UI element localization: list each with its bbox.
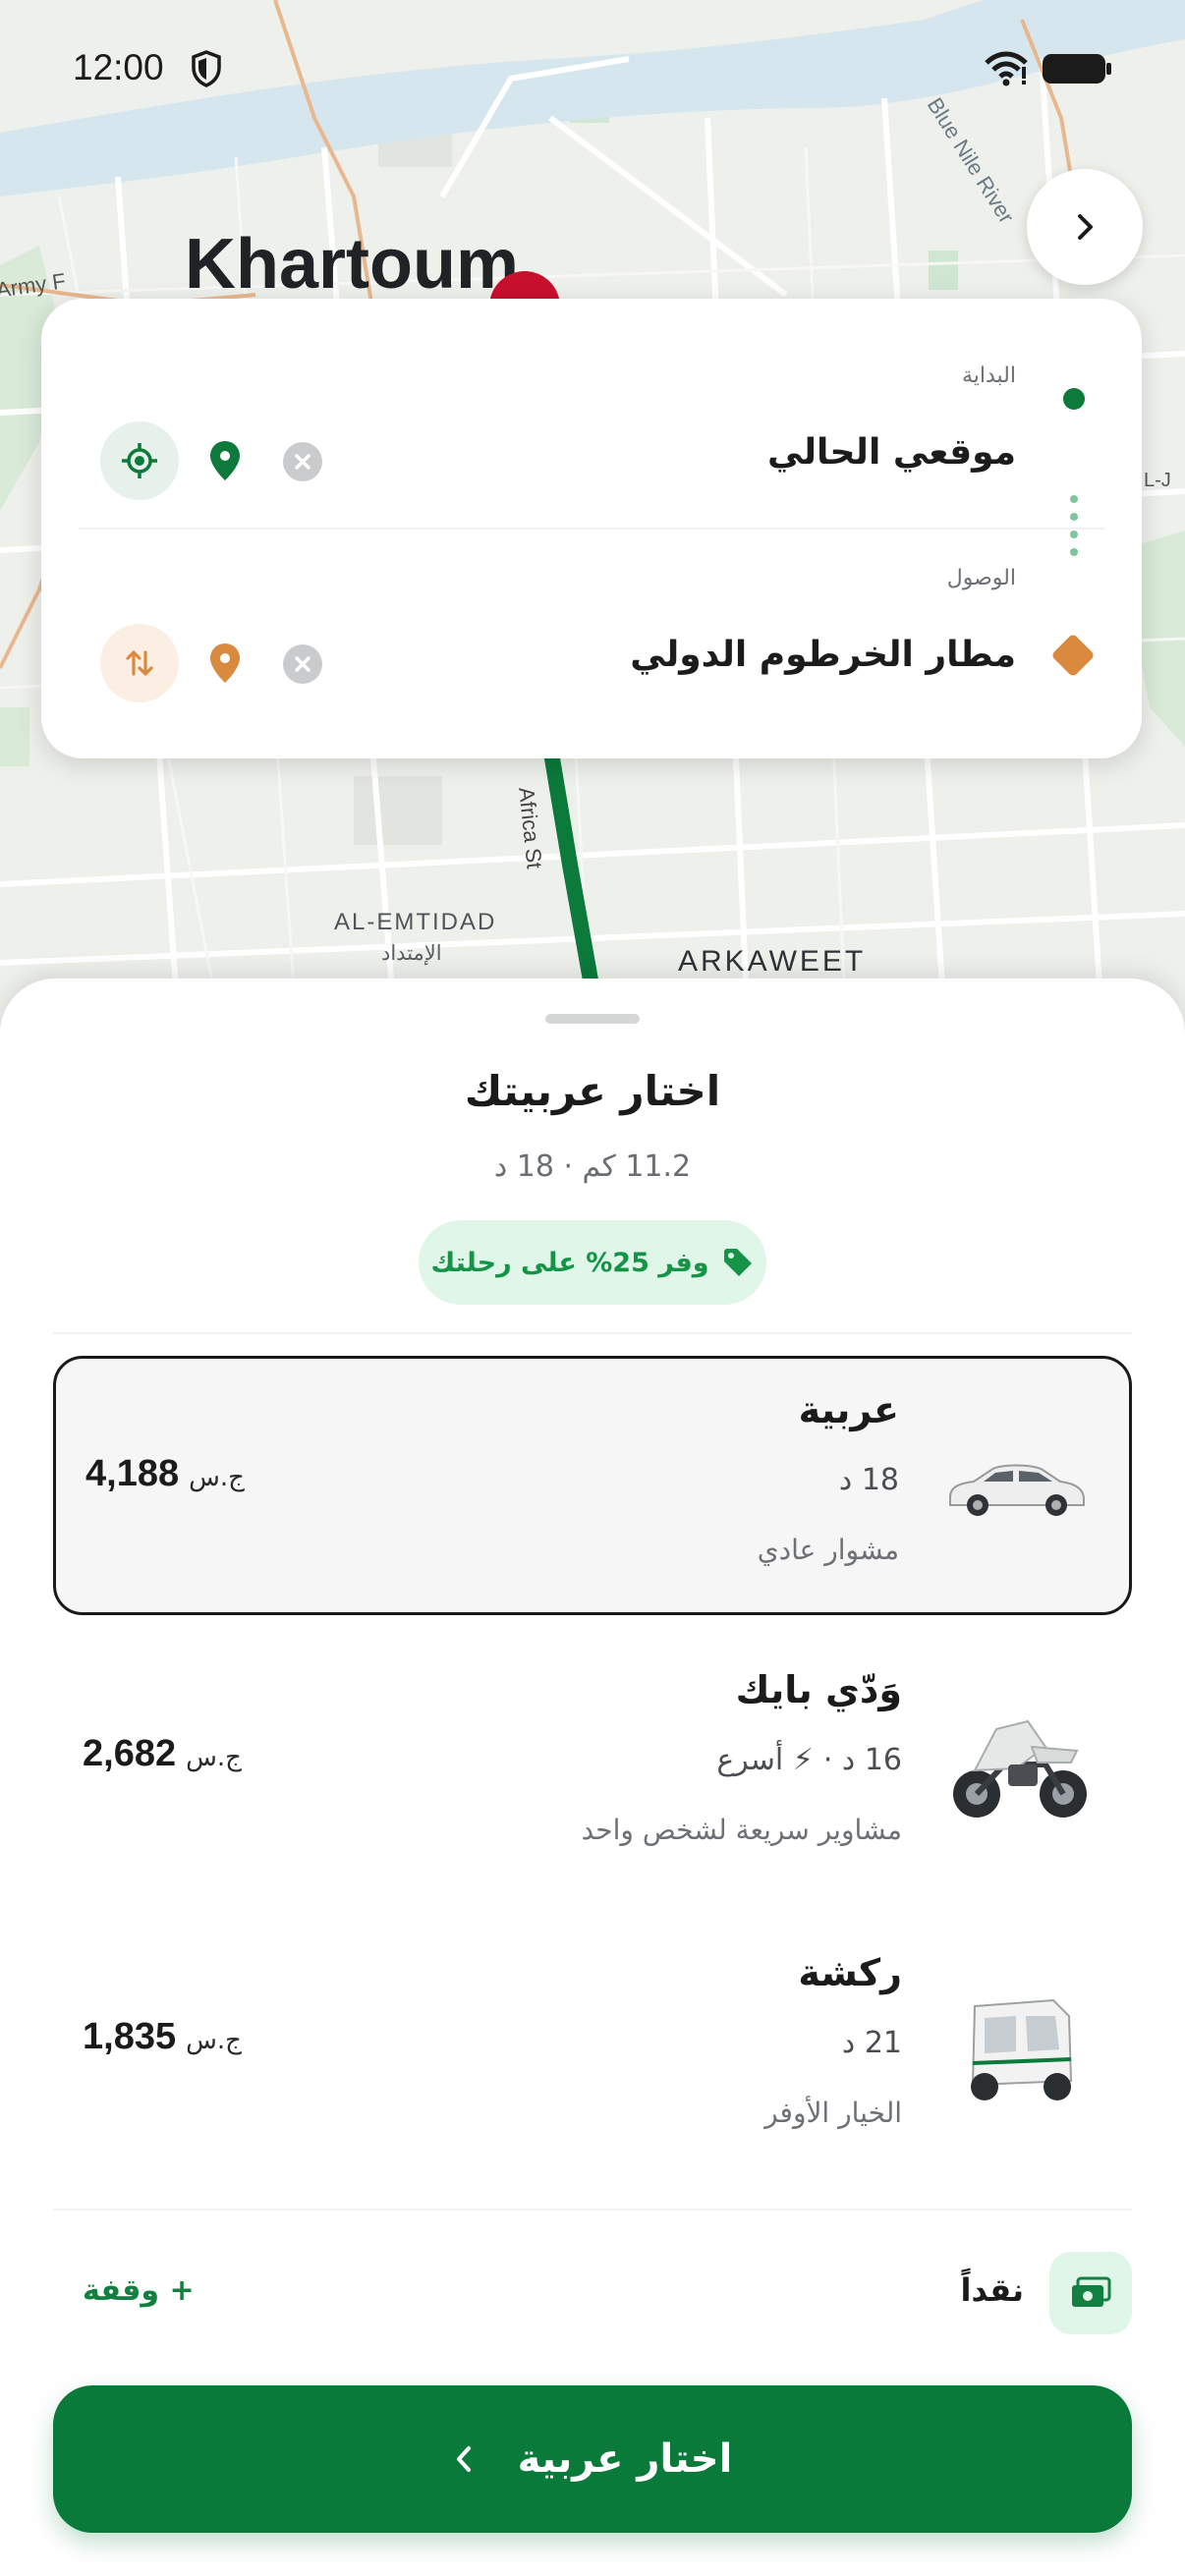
swap-arrows-icon bbox=[126, 650, 153, 676]
price-amount: 4,188 bbox=[85, 1453, 180, 1494]
sheet-divider bbox=[53, 1332, 1132, 1334]
cash-icon bbox=[1072, 2276, 1111, 2307]
car-icon bbox=[944, 1418, 1088, 1555]
chevron-left-icon bbox=[456, 2446, 471, 2472]
clear-start-button[interactable] bbox=[283, 442, 322, 481]
route-divider bbox=[79, 528, 1104, 530]
destination-diamond-icon bbox=[1050, 633, 1096, 678]
price-amount: 1,835 bbox=[83, 2016, 177, 2057]
choose-vehicle-button[interactable]: اختار عربية bbox=[53, 2385, 1132, 2533]
wifi-icon bbox=[985, 51, 1028, 86]
map-city-label: Khartoum bbox=[185, 225, 519, 304]
chevron-right-icon bbox=[1078, 214, 1093, 240]
vehicle-price: 1,835 ج.س bbox=[83, 2016, 242, 2058]
destination-label: الوصول bbox=[946, 566, 1016, 590]
price-currency: ج.س bbox=[189, 1463, 245, 1492]
vehicle-description: مشاوير سريعة لشخص واحد bbox=[581, 1814, 902, 1846]
vehicle-name: عربية bbox=[798, 1388, 899, 1431]
eta-text: 18 د bbox=[838, 1463, 899, 1497]
status-time: 12:00 bbox=[73, 47, 164, 87]
payment-method-button[interactable] bbox=[1049, 2252, 1132, 2334]
vehicle-price: 2,682 ج.س bbox=[83, 1733, 242, 1775]
price-currency: ج.س bbox=[186, 1743, 242, 1772]
add-stop-button[interactable]: + وقفة bbox=[83, 2273, 195, 2308]
map-edge-label: L-J bbox=[1144, 470, 1171, 491]
vehicle-description: مشوار عادي bbox=[757, 1534, 899, 1566]
price-currency: ج.س bbox=[186, 2026, 242, 2055]
map-area-label: ARKAWEET bbox=[678, 945, 867, 978]
crosshair-icon bbox=[122, 443, 157, 478]
close-icon bbox=[295, 656, 310, 672]
promo-badge[interactable]: وفر 25% على رحلتك bbox=[419, 1220, 766, 1305]
vehicle-option-bike[interactable]: وَدّي بايك 16 د · ⚡ أسرع مشاوير سريعة لش… bbox=[53, 1639, 1132, 1898]
motorbike-icon bbox=[947, 1698, 1091, 1835]
vehicle-name: وَدّي بايك bbox=[735, 1668, 902, 1711]
sheet-title: اختار عربيتك bbox=[464, 1067, 721, 1115]
eta-text: 16 د · bbox=[822, 1743, 902, 1777]
sheet-drag-handle[interactable] bbox=[545, 1014, 640, 1024]
vehicle-eta: 18 د bbox=[839, 1463, 899, 1497]
status-bar: 12:00 bbox=[0, 0, 1185, 138]
vehicle-name: ركشة bbox=[798, 1951, 902, 1994]
route-card: البداية موقعي الحالي الوصول مطار الخرطوم… bbox=[41, 299, 1142, 758]
eta-text: 21 د bbox=[841, 2026, 902, 2060]
swap-route-button[interactable] bbox=[100, 624, 179, 702]
map-forward-button[interactable] bbox=[1027, 169, 1143, 285]
start-field[interactable]: موقعي الحالي bbox=[767, 432, 1016, 473]
start-dot-icon bbox=[1063, 388, 1085, 410]
cta-label: اختار عربية bbox=[517, 2436, 733, 2482]
battery-icon bbox=[1043, 54, 1111, 84]
map-district-label: AL-EMTIDAD bbox=[334, 909, 497, 935]
close-icon bbox=[295, 454, 310, 470]
locate-me-button[interactable] bbox=[100, 421, 179, 500]
vehicle-eta: 21 د bbox=[842, 2026, 902, 2060]
promo-text: وفر 25% على رحلتك bbox=[430, 1247, 709, 1278]
vehicle-option-car[interactable]: عربية 18 د مشوار عادي 4,188 ج.س bbox=[53, 1356, 1132, 1615]
trip-meta: 11.2 كم · 18 د bbox=[493, 1149, 692, 1184]
tag-icon bbox=[723, 1249, 752, 1276]
rickshaw-icon bbox=[947, 1981, 1091, 2118]
destination-field[interactable]: مطار الخرطوم الدولي bbox=[630, 635, 1016, 675]
map-district-label-ar: الإمتداد bbox=[381, 942, 442, 965]
payment-method-label[interactable]: نقداً bbox=[961, 2271, 1025, 2309]
clear-destination-button[interactable] bbox=[283, 644, 322, 684]
sheet-divider bbox=[53, 2209, 1132, 2211]
fast-badge: ⚡ أسرع bbox=[716, 1743, 814, 1777]
start-label: البداية bbox=[961, 364, 1016, 388]
vehicle-option-rickshaw[interactable]: ركشة 21 د الخيار الأوفر 1,835 ج.س bbox=[53, 1922, 1132, 2181]
vehicle-eta: 16 د · ⚡ أسرع bbox=[716, 1743, 902, 1777]
route-connector bbox=[1070, 495, 1078, 556]
destination-pin-icon bbox=[210, 644, 240, 683]
vehicle-description: الخيار الأوفر bbox=[764, 2097, 902, 2129]
vehicle-price: 4,188 ج.س bbox=[85, 1453, 245, 1495]
shield-icon bbox=[192, 50, 221, 87]
price-amount: 2,682 bbox=[83, 1733, 177, 1774]
map-pin-icon bbox=[210, 441, 240, 480]
payment-row: نقداً + وقفة bbox=[53, 2252, 1132, 2334]
